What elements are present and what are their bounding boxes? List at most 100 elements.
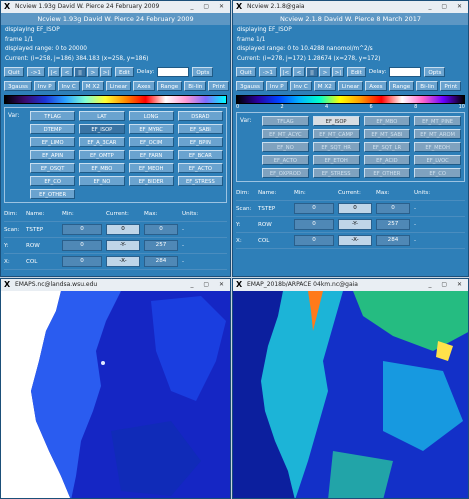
- quit-button[interactable]: Quit: [4, 67, 24, 77]
- linear-button[interactable]: Linear: [337, 81, 364, 91]
- quit-button[interactable]: Quit: [236, 67, 256, 77]
- end-button[interactable]: >|: [331, 67, 344, 77]
- range-button[interactable]: Range: [156, 81, 183, 91]
- var-button[interactable]: EF_ACTO: [177, 163, 223, 173]
- var-button[interactable]: EF_OXPROD: [262, 168, 309, 178]
- var-button[interactable]: DTEMP: [30, 124, 76, 134]
- var-button[interactable]: EF_BIDER: [128, 176, 174, 186]
- print-button[interactable]: Print: [440, 81, 462, 91]
- var-button[interactable]: EF_OCIM: [128, 137, 174, 147]
- var-button[interactable]: EF_MT_AROM: [414, 129, 461, 139]
- var-button[interactable]: EF_OTHER: [30, 189, 76, 199]
- dim-current[interactable]: 0: [338, 203, 372, 214]
- dim-current[interactable]: -X-: [338, 235, 372, 246]
- magnify-button[interactable]: M X2: [81, 81, 104, 91]
- dim-current[interactable]: 0: [106, 224, 140, 235]
- left-titlebar[interactable]: X Ncview 1.93g David W. Pierce 24 Februa…: [1, 1, 230, 13]
- var-button[interactable]: EF_LIMO: [30, 137, 76, 147]
- var-button[interactable]: EF_A_3CAR: [79, 137, 125, 147]
- var-button[interactable]: EF_MT_ACYC: [262, 129, 309, 139]
- window-controls[interactable]: _ ▢ ✕: [428, 1, 466, 13]
- next-frame-button[interactable]: ->1: [26, 67, 45, 77]
- right-titlebar[interactable]: X Ncview 2.1.8@gaia _ ▢ ✕: [233, 1, 468, 13]
- var-button-selected[interactable]: EF_ISOP: [312, 116, 360, 126]
- opts-button[interactable]: Opts: [424, 67, 446, 77]
- pause-button[interactable]: ||: [73, 67, 86, 77]
- var-button[interactable]: LONG: [128, 111, 174, 121]
- var-button[interactable]: EF_MEOH: [414, 142, 461, 152]
- forward-button[interactable]: >: [318, 67, 331, 77]
- var-button[interactable]: DSRAD: [177, 111, 223, 121]
- var-button[interactable]: EF_LVOC: [414, 155, 461, 165]
- rewind-button[interactable]: |<: [279, 67, 292, 77]
- var-button[interactable]: LAT: [79, 111, 125, 121]
- var-button[interactable]: EF_CO: [414, 168, 461, 178]
- var-button[interactable]: EF_APIN: [30, 150, 76, 160]
- delay-slider[interactable]: [157, 67, 190, 77]
- range-button[interactable]: Range: [388, 81, 415, 91]
- next-frame-button[interactable]: ->1: [258, 67, 277, 77]
- window-controls[interactable]: _ ▢ ✕: [190, 1, 228, 13]
- dim-current[interactable]: -X-: [106, 256, 140, 267]
- var-button[interactable]: EF_ACTO: [262, 155, 309, 165]
- var-button[interactable]: EF_OMTP: [79, 150, 125, 160]
- var-button[interactable]: EF_OTHER: [363, 168, 411, 178]
- window-controls[interactable]: _ ▢ ✕: [190, 279, 228, 291]
- var-button[interactable]: EF_CO: [30, 176, 76, 186]
- pause-button[interactable]: ||: [305, 67, 318, 77]
- var-button[interactable]: EF_FARN: [128, 150, 174, 160]
- edit-button[interactable]: Edit: [114, 67, 134, 77]
- left-map-titlebar[interactable]: X EMAPS.nc@landsa.wsu.edu _ ▢ ✕: [1, 279, 230, 291]
- 3gauss-button[interactable]: 3gauss: [236, 81, 264, 91]
- window-controls[interactable]: _ ▢ ✕: [428, 279, 466, 291]
- dim-current[interactable]: -Y-: [106, 240, 140, 251]
- var-button[interactable]: EF_MT_SABI: [363, 129, 411, 139]
- var-button[interactable]: EF_NO: [262, 142, 309, 152]
- var-button[interactable]: EF_MYRC: [128, 124, 174, 134]
- magnify-button[interactable]: M X2: [313, 81, 336, 91]
- back-button[interactable]: <: [292, 67, 305, 77]
- dim-current[interactable]: -Y-: [338, 219, 372, 230]
- forward-button[interactable]: >: [86, 67, 99, 77]
- var-button[interactable]: EF_STRESS: [312, 168, 360, 178]
- axes-button[interactable]: Axes: [365, 81, 387, 91]
- var-button[interactable]: EF_SQT_LR: [363, 142, 411, 152]
- var-button[interactable]: EF_BPIN: [177, 137, 223, 147]
- print-button[interactable]: Print: [208, 81, 230, 91]
- var-button[interactable]: EF_BCAR: [177, 150, 223, 160]
- opts-button[interactable]: Opts: [192, 67, 214, 77]
- var-button[interactable]: EF_MEOH: [128, 163, 174, 173]
- inv-p-button[interactable]: Inv P: [33, 81, 56, 91]
- var-button[interactable]: EF_ETOH: [312, 155, 360, 165]
- dim-min: 0: [294, 219, 334, 230]
- var-button[interactable]: EF_SABI: [177, 124, 223, 134]
- bilin-button[interactable]: Bi-lin: [416, 81, 439, 91]
- var-button[interactable]: TFLAG: [262, 116, 309, 126]
- bilin-button[interactable]: Bi-lin: [184, 81, 207, 91]
- rewind-button[interactable]: |<: [47, 67, 60, 77]
- var-button[interactable]: EF_NO: [79, 176, 125, 186]
- var-button[interactable]: EF_MBO: [363, 116, 411, 126]
- axes-button[interactable]: Axes: [133, 81, 155, 91]
- right-map-plot[interactable]: [233, 291, 469, 499]
- var-button[interactable]: EF_SQT_HR: [312, 142, 360, 152]
- back-button[interactable]: <: [60, 67, 73, 77]
- var-button[interactable]: EF_ACID: [363, 155, 411, 165]
- var-button[interactable]: EF_MT_PINE: [414, 116, 461, 126]
- var-button[interactable]: EF_STRESS: [177, 176, 223, 186]
- var-button[interactable]: TFLAG: [30, 111, 76, 121]
- delay-slider[interactable]: [389, 67, 422, 77]
- right-map-titlebar[interactable]: X EMAP_2018b/ARPACE 04km.nc@gaia _ ▢ ✕: [233, 279, 468, 291]
- end-button[interactable]: >|: [99, 67, 112, 77]
- var-button-selected[interactable]: EF_ISOP: [79, 124, 125, 134]
- edit-button[interactable]: Edit: [346, 67, 366, 77]
- inv-c-button[interactable]: Inv C: [289, 81, 312, 91]
- linear-button[interactable]: Linear: [105, 81, 132, 91]
- left-map-plot[interactable]: [1, 291, 231, 499]
- inv-p-button[interactable]: Inv P: [265, 81, 288, 91]
- 3gauss-button[interactable]: 3gauss: [4, 81, 32, 91]
- inv-c-button[interactable]: Inv C: [57, 81, 80, 91]
- var-button[interactable]: EF_OSQT: [30, 163, 76, 173]
- var-button[interactable]: EF_MT_CAMP: [312, 129, 360, 139]
- var-button[interactable]: EF_MBO: [79, 163, 125, 173]
